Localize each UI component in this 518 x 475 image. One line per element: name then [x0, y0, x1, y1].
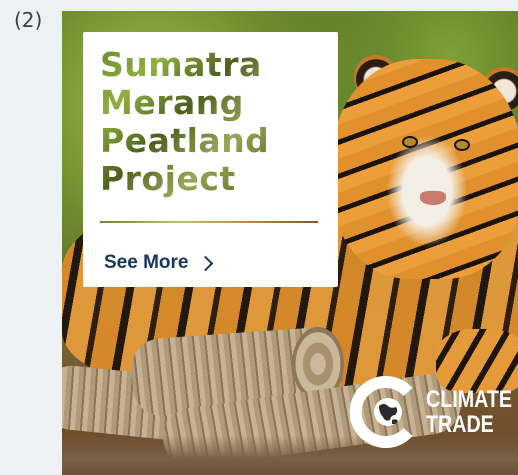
- logo-text-line2: TRADE: [426, 411, 494, 438]
- tiger-eye-graphic: [402, 136, 418, 148]
- project-card: Sumatra Merang Peatland Project See More: [83, 32, 338, 287]
- tiger-head-graphic: [332, 59, 518, 279]
- climatetrade-globe-icon: [349, 376, 413, 448]
- climatetrade-logo: CLIMATE TRADE: [348, 376, 518, 448]
- logo-text-line1: CLIMATE: [426, 386, 512, 413]
- tiger-nose-graphic: [420, 191, 446, 205]
- project-title: Sumatra Merang Peatland Project: [100, 46, 320, 198]
- tiger-eye-graphic: [454, 139, 470, 151]
- chevron-right-icon: [198, 255, 214, 271]
- see-more-label: See More: [104, 252, 189, 273]
- see-more-link[interactable]: See More: [104, 250, 214, 276]
- title-divider: [100, 221, 318, 223]
- item-index-label: (2): [14, 8, 43, 32]
